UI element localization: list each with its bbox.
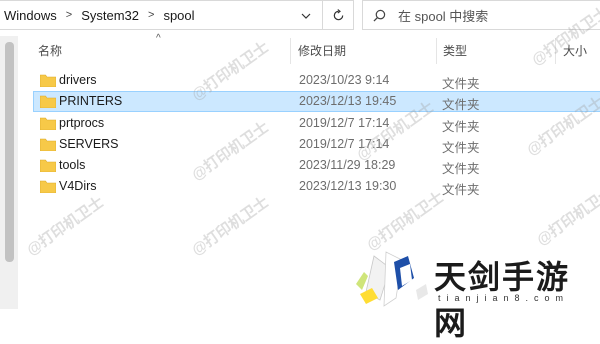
refresh-icon — [333, 8, 344, 20]
file-type: 文件夹 — [442, 120, 480, 134]
file-type: 文件夹 — [442, 77, 480, 91]
folder-icon — [40, 74, 56, 87]
column-divider[interactable] — [436, 38, 437, 64]
refresh-button[interactable] — [322, 0, 354, 30]
file-date: 2023/12/13 19:45 — [299, 94, 397, 108]
column-divider[interactable] — [555, 38, 556, 64]
navigation-scrollbar[interactable] — [0, 36, 18, 309]
file-row-printers[interactable]: PRINTERS 2023/12/13 19:45 文件夹 — [33, 91, 600, 112]
file-date: 2019/12/7 17:14 — [299, 116, 390, 130]
address-bar-row: Windows > System32 > spool 在 spool 中搜索 — [0, 0, 600, 32]
column-header-type[interactable]: 类型 — [443, 36, 467, 66]
chevron-down-icon[interactable] — [291, 1, 321, 31]
file-date: 2023/12/13 19:30 — [299, 179, 397, 193]
chevron-right-icon[interactable]: > — [66, 9, 72, 21]
search-placeholder: 在 spool 中搜索 — [398, 8, 489, 24]
watermark: @打印机卫士 — [23, 193, 107, 259]
file-row-tools[interactable]: tools 2023/11/29 18:29 文件夹 — [33, 155, 600, 176]
file-row-servers[interactable]: SERVERS 2019/12/7 17:14 文件夹 — [33, 134, 600, 155]
search-icon — [373, 9, 386, 22]
folder-icon — [40, 159, 56, 172]
address-bar[interactable]: Windows > System32 > spool — [0, 0, 354, 30]
folder-icon — [40, 95, 56, 108]
file-type: 文件夹 — [442, 162, 480, 176]
file-date: 2019/12/7 17:14 — [299, 137, 390, 151]
logo-emblem-icon — [356, 251, 428, 307]
folder-icon — [40, 117, 56, 130]
folder-icon — [40, 138, 56, 151]
file-type: 文件夹 — [442, 98, 480, 112]
file-row-v4dirs[interactable]: V4Dirs 2023/12/13 19:30 文件夹 — [33, 176, 600, 197]
column-divider[interactable] — [290, 38, 291, 64]
logo-subtitle: tianjian8.com — [438, 293, 570, 303]
file-name: PRINTERS — [59, 94, 123, 108]
file-date: 2023/10/23 9:14 — [299, 73, 390, 87]
column-header-name[interactable]: 名称 — [38, 36, 62, 66]
sort-ascending-icon: ^ — [156, 33, 161, 44]
file-name: SERVERS — [59, 137, 119, 151]
search-input[interactable]: 在 spool 中搜索 — [362, 0, 600, 30]
scrollbar-thumb[interactable] — [5, 42, 14, 262]
column-header-row: ^ 名称 修改日期 类型 大小 — [0, 33, 600, 66]
breadcrumb-spool[interactable]: spool — [163, 8, 194, 23]
file-name: drivers — [59, 73, 97, 87]
file-type: 文件夹 — [442, 183, 480, 197]
folder-icon — [40, 180, 56, 193]
file-type: 文件夹 — [442, 141, 480, 155]
breadcrumb-system32[interactable]: System32 — [81, 8, 139, 23]
column-header-size[interactable]: 大小 — [563, 36, 587, 66]
file-row-drivers[interactable]: drivers 2023/10/23 9:14 文件夹 — [33, 70, 600, 91]
file-name: V4Dirs — [59, 179, 97, 193]
file-name: prtprocs — [59, 116, 105, 130]
column-header-date[interactable]: 修改日期 — [298, 36, 346, 66]
breadcrumb-windows[interactable]: Windows — [4, 8, 57, 23]
file-date: 2023/11/29 18:29 — [299, 158, 396, 172]
file-row-prtprocs[interactable]: prtprocs 2019/12/7 17:14 文件夹 — [33, 113, 600, 134]
file-name: tools — [59, 158, 86, 172]
watermark: @打印机卫士 — [188, 193, 272, 259]
chevron-right-icon[interactable]: > — [148, 9, 154, 21]
